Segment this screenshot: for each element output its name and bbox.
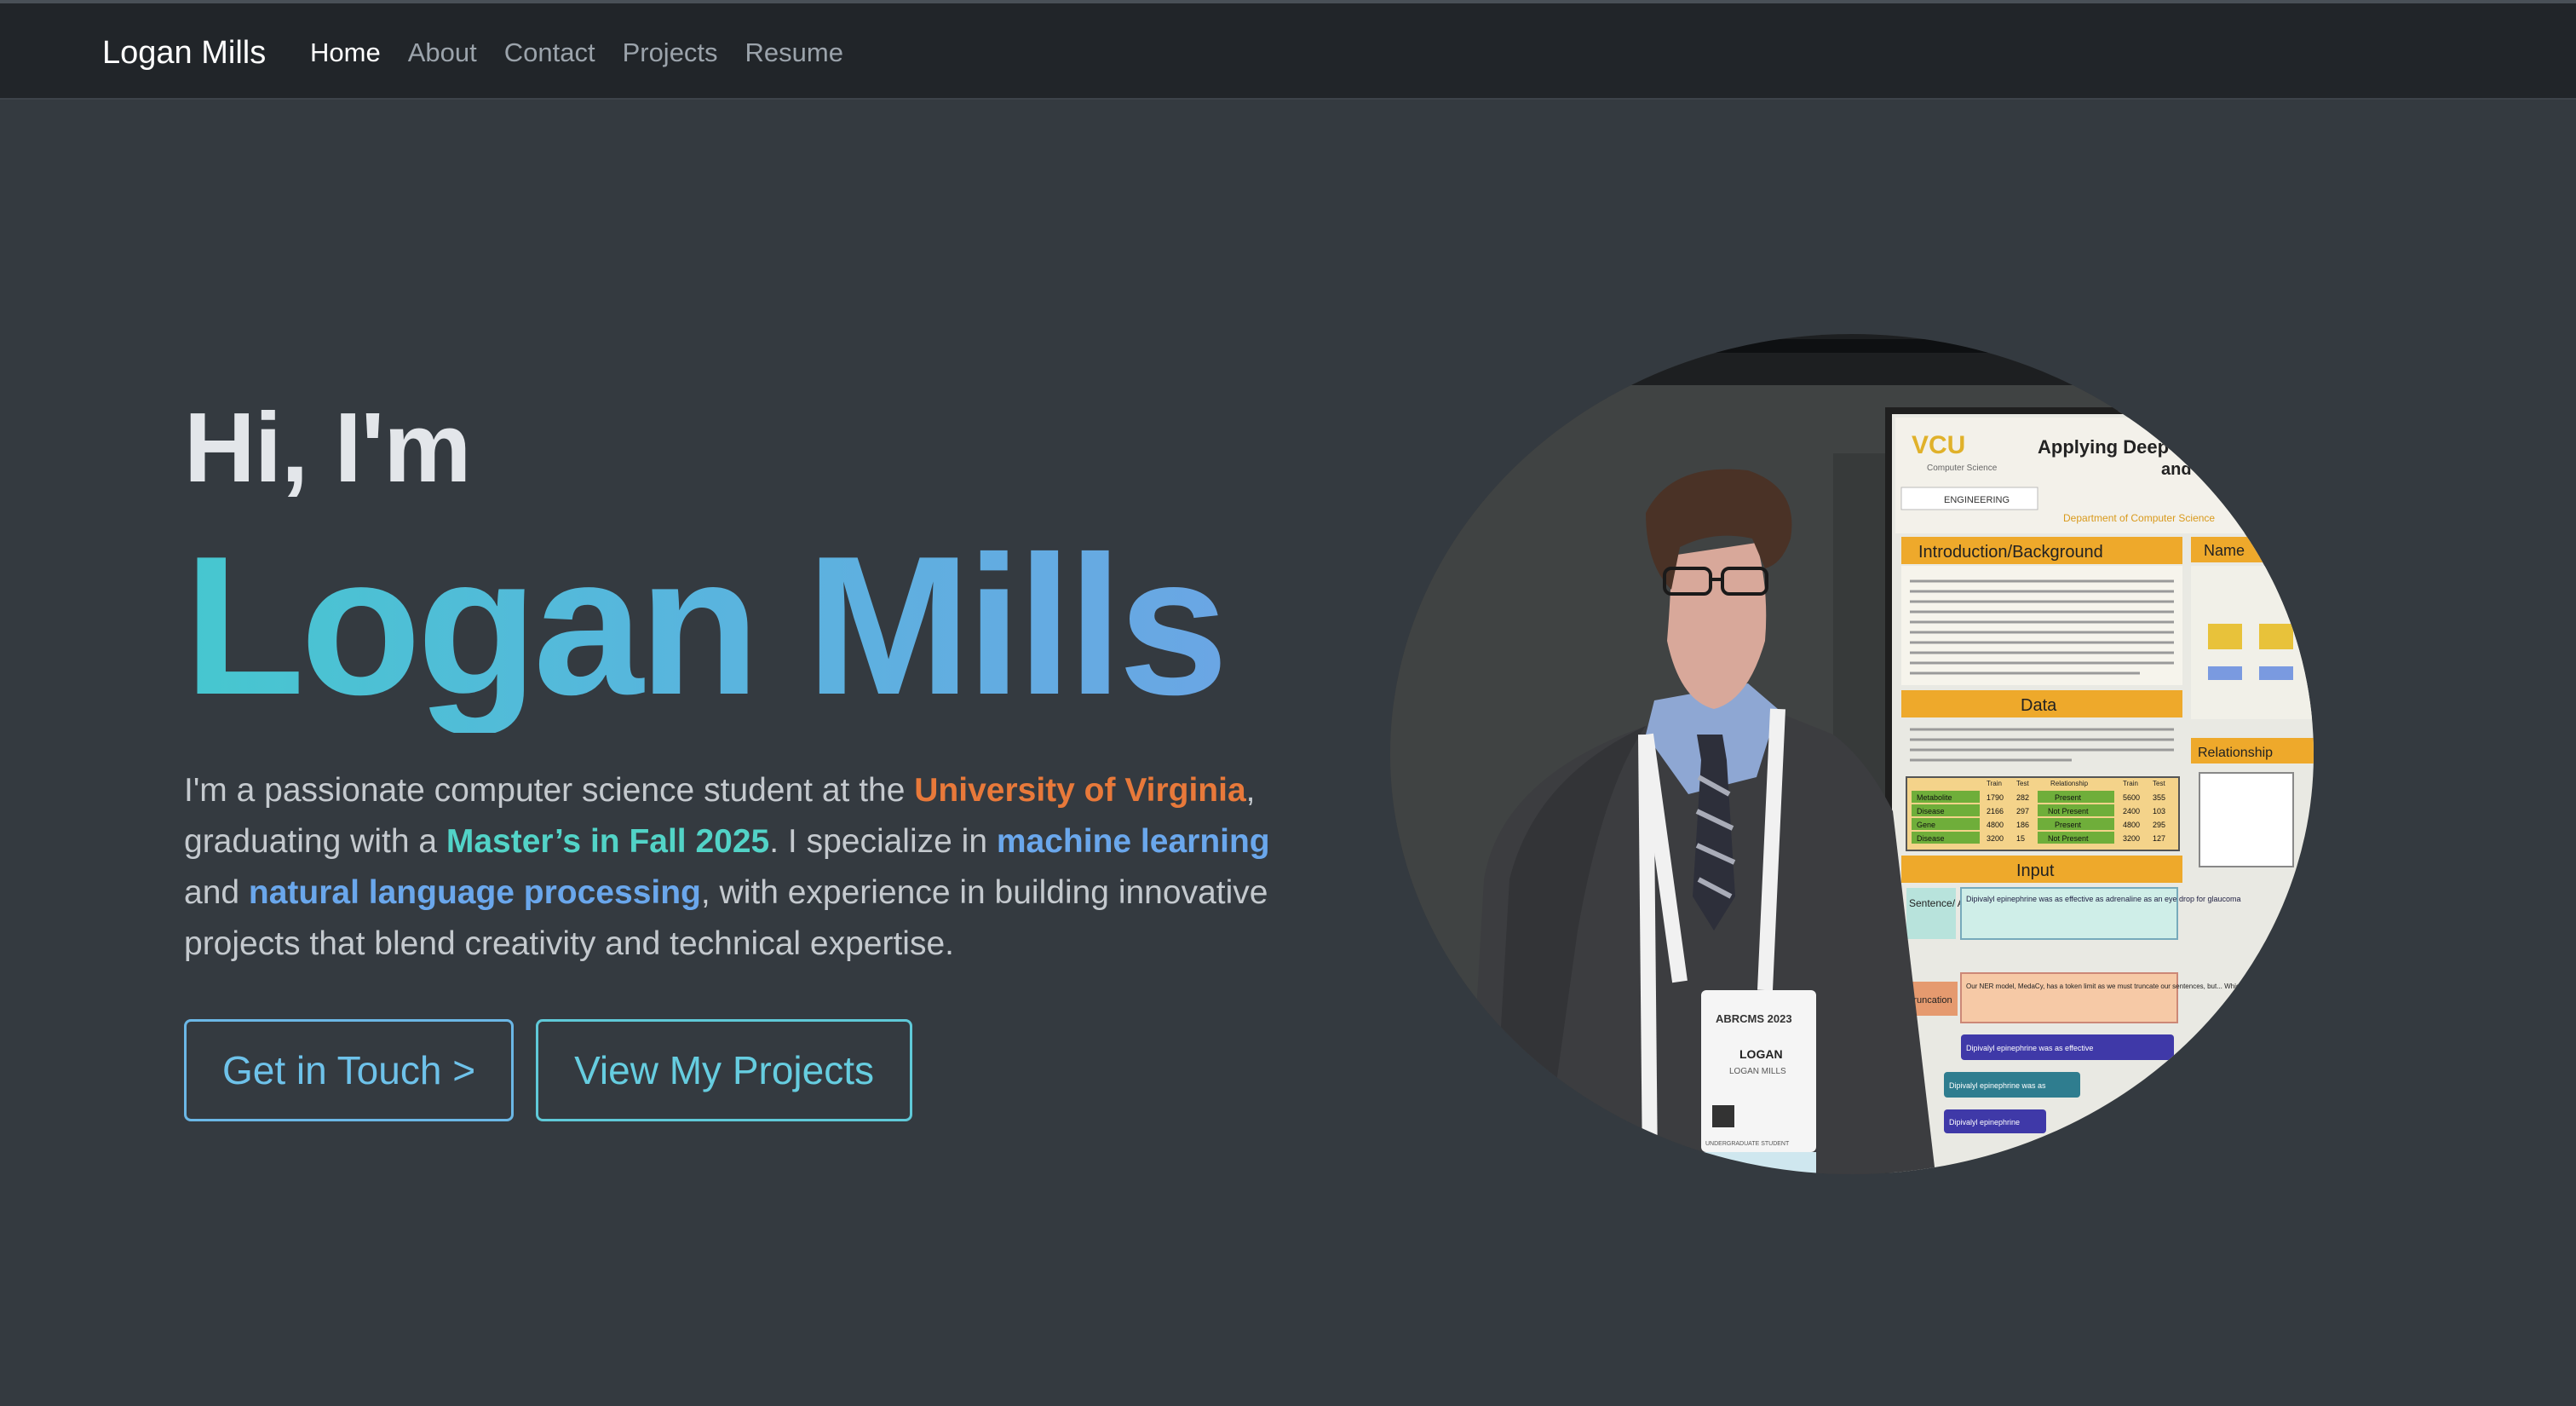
bio-field-ml: machine learning bbox=[996, 823, 1270, 860]
navbar: Logan Mills Home About Contact Projects … bbox=[0, 3, 2576, 100]
poster-section-names: Name bbox=[2204, 542, 2245, 559]
table-header: Relationship bbox=[2050, 780, 2089, 787]
poster-section-data: Data bbox=[2021, 696, 2057, 715]
brand-link[interactable]: Logan Mills bbox=[102, 31, 266, 75]
poster-logo: VCU bbox=[1912, 431, 1965, 459]
bio-university: University of Virginia bbox=[914, 772, 1246, 809]
poster-dept: Department of Computer Science bbox=[2063, 512, 2215, 524]
table-cell: 3200 bbox=[1987, 834, 2004, 843]
table-cell: Disease bbox=[1917, 807, 1945, 815]
hero-greeting: Hi, I'm bbox=[184, 392, 471, 503]
table-header: Train bbox=[1987, 780, 2002, 787]
table-cell: Disease bbox=[1917, 834, 1945, 843]
nav-about[interactable]: About bbox=[408, 32, 477, 73]
table-cell: Present bbox=[2055, 821, 2082, 829]
poster-title2: and bbox=[2161, 460, 2192, 479]
hero-name: Logan Mills bbox=[184, 516, 1228, 736]
get-in-touch-button[interactable]: Get in Touch > bbox=[184, 1019, 515, 1121]
table-cell: 4800 bbox=[1987, 821, 2004, 829]
poster-bar-3: Dipivalyl epinephrine bbox=[1949, 1118, 2020, 1127]
hero-buttons: Get in Touch > View My Projects bbox=[184, 1019, 1291, 1121]
badge-role: UNDERGRADUATE STUDENT bbox=[1705, 1141, 1790, 1147]
hero-bio: I'm a passionate computer science studen… bbox=[184, 765, 1283, 970]
poster-bar-1: Dipivalyl epinephrine was as effective bbox=[1966, 1044, 2093, 1052]
hero-intro: Hi, I'm Logan Mills I'm a passionate com… bbox=[184, 383, 1291, 1121]
table-cell: Not Present bbox=[2048, 834, 2089, 843]
nav-contact[interactable]: Contact bbox=[504, 32, 595, 73]
table-cell: 2400 bbox=[2123, 807, 2140, 815]
badge-event: ABRCMS 2023 bbox=[1716, 1012, 1792, 1025]
table-cell: 1790 bbox=[1987, 793, 2004, 802]
bio-text: . I specialize in bbox=[769, 823, 997, 860]
table-cell: Present bbox=[2055, 793, 2082, 802]
table-cell: 103 bbox=[2153, 807, 2165, 815]
nav-projects[interactable]: Projects bbox=[623, 32, 718, 73]
table-header: Test bbox=[2016, 780, 2029, 787]
poster-sentence-text: Dipivalyl epinephrine was as effective a… bbox=[1966, 895, 2241, 903]
poster-section-relationship: Relationship bbox=[2198, 746, 2273, 760]
table-cell: 297 bbox=[2016, 807, 2029, 815]
nav-home[interactable]: Home bbox=[310, 32, 381, 73]
table-cell: 5600 bbox=[2123, 793, 2140, 802]
table-header: Train bbox=[2123, 780, 2138, 787]
poster-section-input: Input bbox=[2016, 861, 2055, 880]
badge-first-name: LOGAN bbox=[1739, 1047, 1783, 1061]
table-cell: 4800 bbox=[2123, 821, 2140, 829]
table-cell: 355 bbox=[2153, 793, 2165, 802]
poster-engineering: ENGINEERING bbox=[1944, 495, 2010, 505]
table-cell: 15 bbox=[2016, 834, 2025, 843]
table-cell: 3200 bbox=[2123, 834, 2140, 843]
research-poster: VCU Computer Science Applying Deep and E… bbox=[1885, 407, 2314, 1174]
poster-title: Applying Deep bbox=[2038, 436, 2169, 458]
badge-full-name: LOGAN MILLS bbox=[1729, 1067, 1786, 1076]
view-projects-button[interactable]: View My Projects bbox=[536, 1019, 912, 1121]
poster-truncation-text: Our NER model, MedaCy, has a token limit… bbox=[1966, 982, 2314, 990]
table-cell: 127 bbox=[2153, 834, 2165, 843]
profile-photo: VCU Computer Science Applying Deep and E… bbox=[1390, 334, 2314, 1174]
table-cell: Gene bbox=[1917, 821, 1935, 829]
table-cell: 2166 bbox=[1987, 807, 2004, 815]
table-cell: 186 bbox=[2016, 821, 2029, 829]
table-cell: Metabolite bbox=[1917, 793, 1952, 802]
table-cell: Not Present bbox=[2048, 807, 2089, 815]
bio-text: I'm a passionate computer science studen… bbox=[184, 772, 915, 809]
nav-links: Home About Contact Projects Resume bbox=[310, 32, 843, 73]
table-header: Test bbox=[2153, 780, 2165, 787]
table-cell: 295 bbox=[2153, 821, 2165, 829]
poster-section-intro: Introduction/Background bbox=[1918, 543, 2103, 562]
bio-field-nlp: natural language processing bbox=[248, 874, 701, 911]
bio-degree: Master’s in Fall 2025 bbox=[446, 823, 770, 860]
table-cell: 282 bbox=[2016, 793, 2029, 802]
nav-resume[interactable]: Resume bbox=[745, 32, 843, 73]
poster-bar-2: Dipivalyl epinephrine was as bbox=[1949, 1081, 2046, 1090]
bio-text: and bbox=[184, 874, 249, 911]
poster-logo-sub: Computer Science bbox=[1927, 464, 1998, 473]
